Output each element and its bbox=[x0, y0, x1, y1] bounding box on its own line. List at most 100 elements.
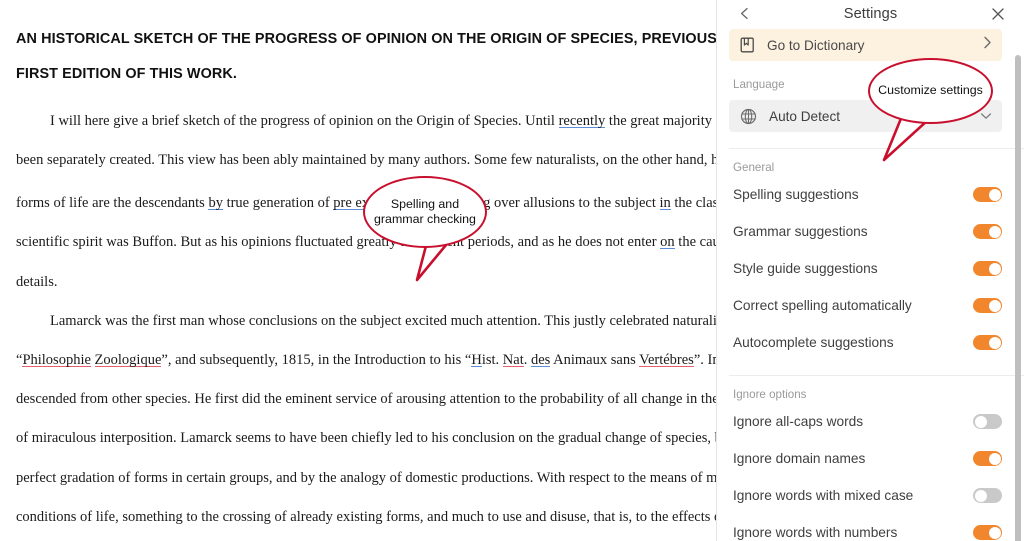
grammar-error-recently[interactable]: recently bbox=[559, 113, 606, 129]
section-divider bbox=[729, 375, 1024, 376]
paragraph: “Philosophie Zoologique”, and subsequent… bbox=[16, 347, 716, 374]
option-autocomplete-suggestions[interactable]: Autocomplete suggestions bbox=[717, 326, 1024, 359]
toggle-knob bbox=[975, 490, 987, 502]
document-title-line-2: FIRST EDITION OF THIS WORK. bbox=[16, 57, 716, 92]
option-label: Ignore words with mixed case bbox=[733, 488, 973, 503]
toggle-knob bbox=[989, 453, 1001, 465]
paragraph: of miraculous interposition. Lamarck see… bbox=[16, 425, 716, 452]
toggle-knob bbox=[989, 189, 1001, 201]
toggle-style-guide-suggestions[interactable] bbox=[973, 261, 1002, 276]
panel-title: Settings bbox=[717, 6, 1024, 22]
toggle-correct-spelling-automatically[interactable] bbox=[973, 298, 1002, 313]
grammar-error-in[interactable]: in bbox=[660, 195, 671, 211]
chevron-down-icon bbox=[980, 107, 992, 125]
section-label-language: Language bbox=[717, 78, 1024, 91]
paragraph: I will here give a brief sketch of the p… bbox=[16, 108, 716, 135]
text-run: forms. Passing over allusions to the sub… bbox=[401, 195, 659, 211]
spelling-error-zoologique[interactable]: Zoologique bbox=[95, 352, 162, 368]
panel-body: Go to Dictionary Language Auto Detect bbox=[717, 27, 1024, 541]
text-run: been separately created. This view has b… bbox=[16, 152, 716, 168]
text-run: ist. bbox=[482, 352, 503, 368]
grammar-error-on[interactable]: on bbox=[660, 234, 675, 250]
document-title-line-1: AN HISTORICAL SKETCH OF THE PROGRESS OF … bbox=[16, 22, 716, 57]
section-label-general: General bbox=[717, 161, 1024, 174]
option-label: Ignore all-caps words bbox=[733, 414, 973, 429]
go-to-dictionary-row[interactable]: Go to Dictionary bbox=[729, 29, 1002, 61]
panel-header: Settings bbox=[717, 0, 1024, 27]
text-run: the causes or means of the transformatio… bbox=[675, 234, 716, 250]
go-to-dictionary-label: Go to Dictionary bbox=[767, 38, 983, 53]
document-body: AN HISTORICAL SKETCH OF THE PROGRESS OF … bbox=[16, 22, 716, 541]
grammar-error-des[interactable]: des bbox=[531, 352, 550, 368]
text-run: the classical writers, bbox=[671, 195, 716, 211]
language-select[interactable]: Auto Detect bbox=[729, 100, 1002, 132]
toggle-ignore-all-caps-words[interactable] bbox=[973, 414, 1002, 429]
close-button[interactable] bbox=[988, 4, 1008, 24]
chevron-left-icon bbox=[738, 7, 751, 20]
text-run: . bbox=[524, 352, 531, 368]
option-correct-spelling-automatically[interactable]: Correct spelling automatically bbox=[717, 289, 1024, 322]
language-value: Auto Detect bbox=[769, 109, 980, 124]
toggle-grammar-suggestions[interactable] bbox=[973, 224, 1002, 239]
grammar-error-pre-existing[interactable]: pre existing bbox=[333, 195, 401, 211]
paragraph: been separately created. This view has b… bbox=[16, 147, 716, 174]
option-label: Ignore domain names bbox=[733, 451, 973, 466]
text-run bbox=[91, 352, 95, 368]
toggle-knob bbox=[989, 527, 1001, 539]
toggle-knob bbox=[975, 416, 987, 428]
toggle-knob bbox=[989, 300, 1001, 312]
option-grammar-suggestions[interactable]: Grammar suggestions bbox=[717, 215, 1024, 248]
option-label: Style guide suggestions bbox=[733, 261, 973, 276]
option-ignore-words-with-mixed-case[interactable]: Ignore words with mixed case bbox=[717, 479, 1024, 512]
chevron-right-icon bbox=[983, 36, 992, 54]
paragraph: Lamarck was the first man whose conclusi… bbox=[16, 308, 716, 335]
text-run: of miraculous interposition. Lamarck see… bbox=[16, 430, 716, 446]
text-run: perfect gradation of forms in certain gr… bbox=[16, 470, 716, 486]
scrollbar-thumb[interactable] bbox=[1015, 55, 1021, 541]
option-ignore-domain-names[interactable]: Ignore domain names bbox=[717, 442, 1024, 475]
back-button[interactable] bbox=[734, 4, 754, 24]
option-label: Ignore words with numbers bbox=[733, 525, 973, 540]
option-style-guide-suggestions[interactable]: Style guide suggestions bbox=[717, 252, 1024, 285]
panel-scrollbar[interactable] bbox=[1015, 55, 1021, 541]
document-canvas[interactable]: AN HISTORICAL SKETCH OF THE PROGRESS OF … bbox=[0, 0, 716, 541]
toggle-spelling-suggestions[interactable] bbox=[973, 187, 1002, 202]
option-ignore-words-with-numbers[interactable]: Ignore words with numbers bbox=[717, 516, 1024, 541]
spelling-error-philosophie[interactable]: Philosophie bbox=[22, 352, 90, 368]
globe-icon bbox=[740, 108, 757, 125]
text-run: true generation of bbox=[223, 195, 333, 211]
text-run: forms of life are the descendants bbox=[16, 195, 208, 211]
toggle-ignore-words-with-mixed-case[interactable] bbox=[973, 488, 1002, 503]
text-run: Lamarck was the first man whose conclusi… bbox=[50, 313, 716, 329]
toggle-ignore-words-with-numbers[interactable] bbox=[973, 525, 1002, 540]
section-label-ignore-options: Ignore options bbox=[717, 388, 1024, 401]
option-ignore-all-caps-words[interactable]: Ignore all-caps words bbox=[717, 405, 1024, 438]
text-run: descended from other species. He first d… bbox=[16, 391, 716, 407]
paragraph: scientific spirit was Buffon. But as his… bbox=[16, 229, 716, 256]
paragraph: forms of life are the descendants by tru… bbox=[16, 186, 716, 217]
close-icon bbox=[991, 7, 1005, 21]
paragraph: descended from other species. He first d… bbox=[16, 386, 716, 413]
paragraph: details. bbox=[16, 269, 716, 296]
toggle-autocomplete-suggestions[interactable] bbox=[973, 335, 1002, 350]
text-run: ”. In these works he bbox=[694, 352, 716, 368]
section-divider bbox=[729, 148, 1024, 149]
option-spelling-suggestions[interactable]: Spelling suggestions bbox=[717, 178, 1024, 211]
toggle-knob bbox=[989, 226, 1001, 238]
text-run: I will here give a brief sketch of the p… bbox=[50, 113, 559, 129]
toggle-ignore-domain-names[interactable] bbox=[973, 451, 1002, 466]
spelling-error-vertebres[interactable]: Vertébres bbox=[639, 352, 694, 368]
spelling-error-nat[interactable]: Nat bbox=[503, 352, 524, 368]
toggle-knob bbox=[989, 337, 1001, 349]
text-run: the great majority of naturalists believ… bbox=[605, 113, 716, 129]
option-label: Correct spelling automatically bbox=[733, 298, 973, 313]
text-run: conditions of life, something to the cro… bbox=[16, 509, 716, 525]
text-run: Animaux sans bbox=[550, 352, 639, 368]
grammar-error-h[interactable]: H bbox=[471, 352, 481, 368]
paragraph: conditions of life, something to the cro… bbox=[16, 504, 716, 531]
option-label: Grammar suggestions bbox=[733, 224, 973, 239]
settings-panel: Settings Go to Dictionary bbox=[716, 0, 1024, 541]
text-run: scientific spirit was Buffon. But as his… bbox=[16, 234, 660, 250]
grammar-error-by[interactable]: by bbox=[208, 195, 223, 211]
text-run: ”, and subsequently, 1815, in the Introd… bbox=[161, 352, 471, 368]
